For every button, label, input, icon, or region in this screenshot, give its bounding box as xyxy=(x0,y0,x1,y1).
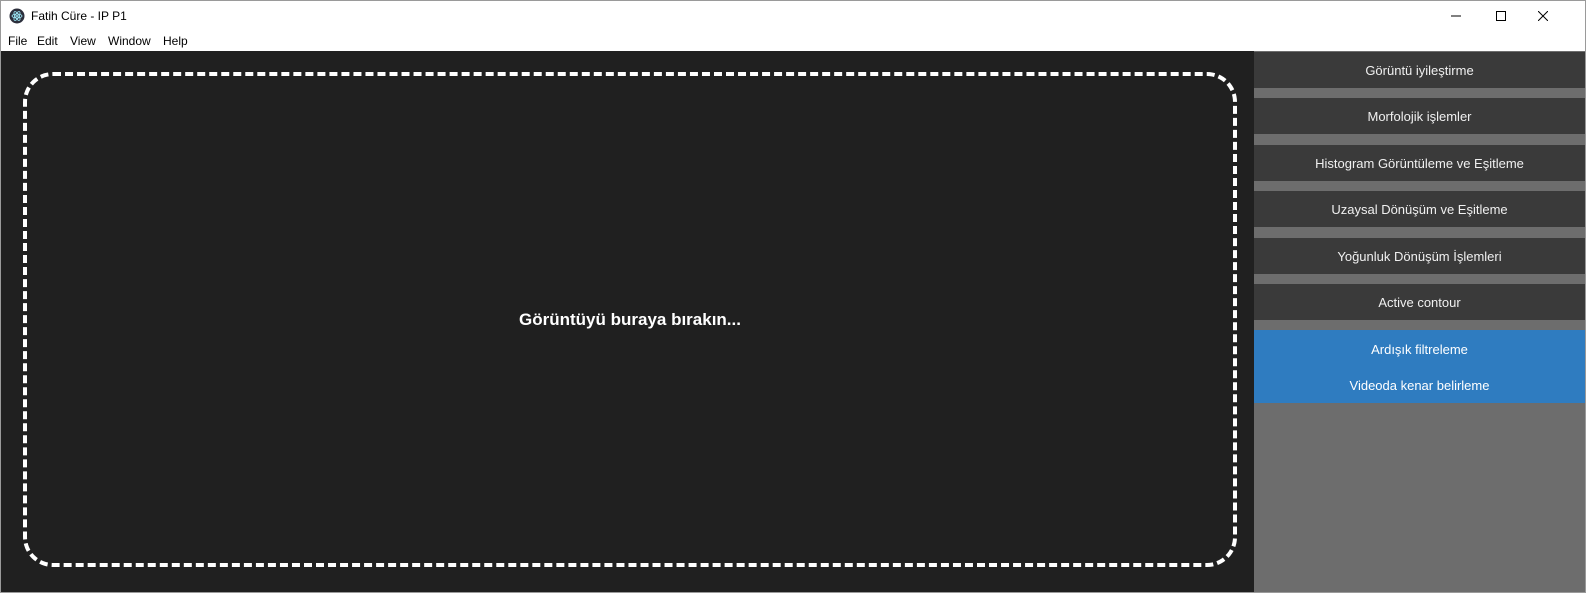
main-content: Görüntüyü buraya bırakın... Görüntü iyil… xyxy=(1,51,1585,592)
close-icon xyxy=(1538,11,1548,21)
sidebar: Görüntü iyileştirme Morfolojik işlemler … xyxy=(1254,51,1585,592)
title-bar[interactable]: Fatih Cüre - IP P1 xyxy=(1,1,1585,31)
maximize-button[interactable] xyxy=(1478,1,1524,31)
sidebar-item-histogram[interactable]: Histogram Görüntüleme ve Eşitleme xyxy=(1254,145,1585,181)
menu-file[interactable]: File xyxy=(8,34,27,48)
sidebar-item-spatial[interactable]: Uzaysal Dönüşüm ve Eşitleme xyxy=(1254,191,1585,227)
sidebar-item-sequential-filtering[interactable]: Ardışık filtreleme xyxy=(1254,331,1585,367)
minimize-button[interactable] xyxy=(1433,1,1479,31)
menu-window[interactable]: Window xyxy=(108,34,151,48)
menu-edit[interactable]: Edit xyxy=(37,34,58,48)
app-window: Fatih Cüre - IP P1 File Edit View Window… xyxy=(0,0,1586,593)
sidebar-item-intensity[interactable]: Yoğunluk Dönüşüm İşlemleri xyxy=(1254,238,1585,274)
sidebar-item-active-contour[interactable]: Active contour xyxy=(1254,284,1585,320)
menu-help[interactable]: Help xyxy=(163,34,188,48)
sidebar-active-group: Ardışık filtreleme Videoda kenar belirle… xyxy=(1254,330,1585,403)
close-button[interactable] xyxy=(1520,1,1566,31)
minimize-icon xyxy=(1451,15,1461,17)
window-title: Fatih Cüre - IP P1 xyxy=(31,9,127,23)
image-drop-zone[interactable]: Görüntüyü buraya bırakın... xyxy=(23,72,1237,567)
maximize-icon xyxy=(1496,11,1506,21)
sidebar-item-video-edge-detection[interactable]: Videoda kenar belirleme xyxy=(1254,367,1585,403)
menu-view[interactable]: View xyxy=(70,34,96,48)
sidebar-item-enhancement[interactable]: Görüntü iyileştirme xyxy=(1254,52,1585,88)
menu-bar: File Edit View Window Help xyxy=(1,31,1585,51)
electron-app-icon xyxy=(9,8,25,24)
sidebar-item-morphology[interactable]: Morfolojik işlemler xyxy=(1254,98,1585,134)
drop-zone-label: Görüntüyü buraya bırakın... xyxy=(519,309,741,329)
